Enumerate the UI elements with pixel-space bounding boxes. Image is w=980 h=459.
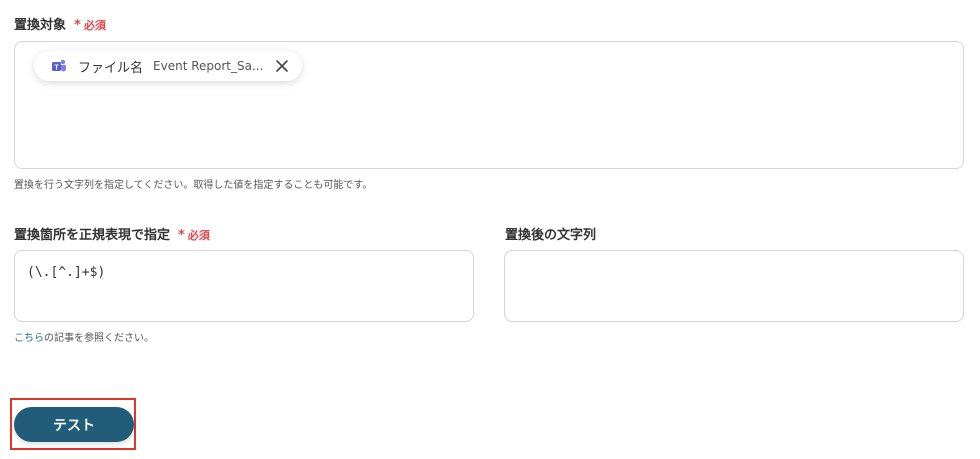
test-button[interactable]: テスト (14, 407, 134, 442)
replacement-label: 置換後の文字列 (505, 228, 597, 243)
svg-text:T: T (54, 65, 59, 72)
regex-input[interactable]: (\.[^.]+$) (14, 250, 474, 322)
required-badge: * 必須 (74, 18, 106, 33)
replace-target-label: 置換対象 * 必須 (14, 18, 106, 33)
required-badge: * 必須 (178, 228, 210, 243)
replacement-input[interactable] (504, 250, 964, 322)
chip-value: Event Report_Sa... (153, 59, 264, 73)
help-link[interactable]: こちら (14, 333, 44, 344)
regex-help: こちらの記事を参照ください。 (14, 333, 154, 344)
variable-chip[interactable]: T ファイル名 Event Report_Sa... (34, 51, 302, 81)
regex-label: 置換箇所を正規表現で指定 * 必須 (14, 228, 210, 243)
teams-icon: T (50, 57, 68, 75)
regex-value: (\.[^.]+$) (27, 265, 106, 280)
chip-label: ファイル名 (78, 60, 144, 76)
replace-target-help: 置換を行う文字列を指定してください。取得した値を指定することも可能です。 (14, 180, 373, 191)
close-icon[interactable] (274, 58, 290, 74)
